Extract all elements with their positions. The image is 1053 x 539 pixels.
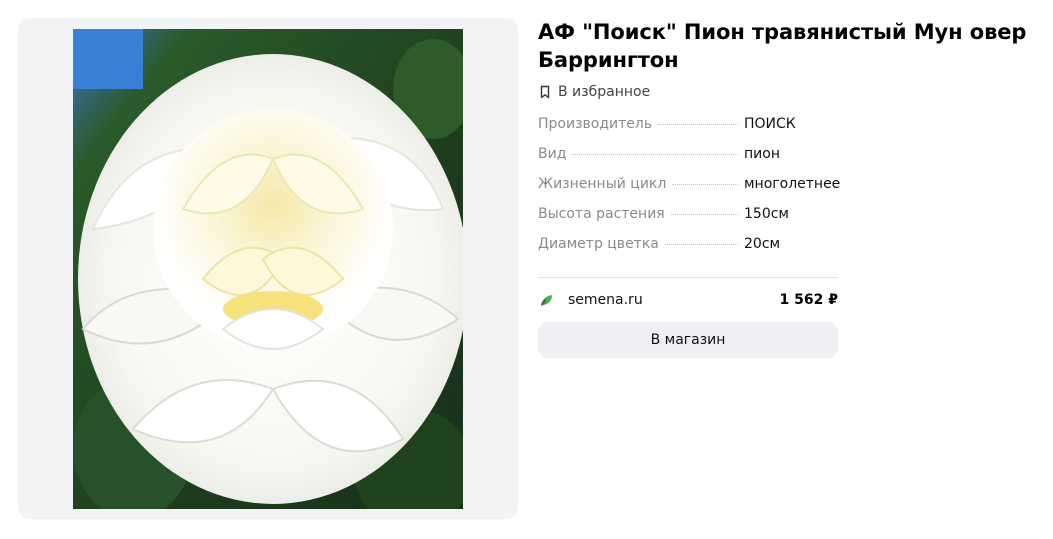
favorites-label: В избранное [558, 84, 651, 100]
peony-flower-illustration [73, 29, 463, 509]
spec-label: Диаметр цветка [538, 236, 659, 252]
product-info: АФ "Поиск" Пион травянистый Мун овер Бар… [538, 18, 1028, 358]
price: 1 562 ₽ [779, 292, 838, 308]
bookmark-icon [540, 85, 550, 99]
spec-row: Вид пион [538, 146, 838, 176]
shop-offer: semena.ru 1 562 ₽ [538, 278, 838, 322]
spec-label: Вид [538, 146, 567, 162]
specs-list: Производитель ПОИСК Вид пион Жизненный ц… [538, 116, 841, 266]
spec-label: Производитель [538, 116, 653, 132]
spec-row: Производитель ПОИСК [538, 116, 838, 146]
spec-dots [572, 154, 738, 155]
spec-row: Высота растения 150см [538, 206, 838, 236]
spec-label: Жизненный цикл [538, 176, 667, 192]
spec-dots [664, 244, 738, 245]
spec-dots [658, 124, 738, 125]
spec-dots [672, 184, 738, 185]
spec-value: ПОИСК [744, 116, 796, 132]
spec-label: Высота растения [538, 206, 665, 222]
image-panel [18, 18, 518, 519]
spec-value: пион [744, 146, 780, 162]
shop-name[interactable]: semena.ru [568, 292, 780, 308]
spec-value: многолетнее [744, 176, 841, 192]
go-to-shop-button[interactable]: В магазин [538, 322, 838, 358]
spec-value: 20см [744, 236, 781, 252]
product-title: АФ "Поиск" Пион травянистый Мун овер Бар… [538, 20, 1027, 72]
spec-row: Жизненный цикл многолетнее [538, 176, 841, 206]
product-card: АФ "Поиск" Пион травянистый Мун овер Бар… [0, 0, 1053, 539]
spec-value: 150см [744, 206, 789, 222]
product-image[interactable] [73, 29, 463, 509]
spec-row: Диаметр цветка 20см [538, 236, 838, 266]
add-to-favorites-button[interactable]: В избранное [538, 82, 1028, 102]
spec-dots [670, 214, 738, 215]
leaf-icon [541, 295, 552, 306]
